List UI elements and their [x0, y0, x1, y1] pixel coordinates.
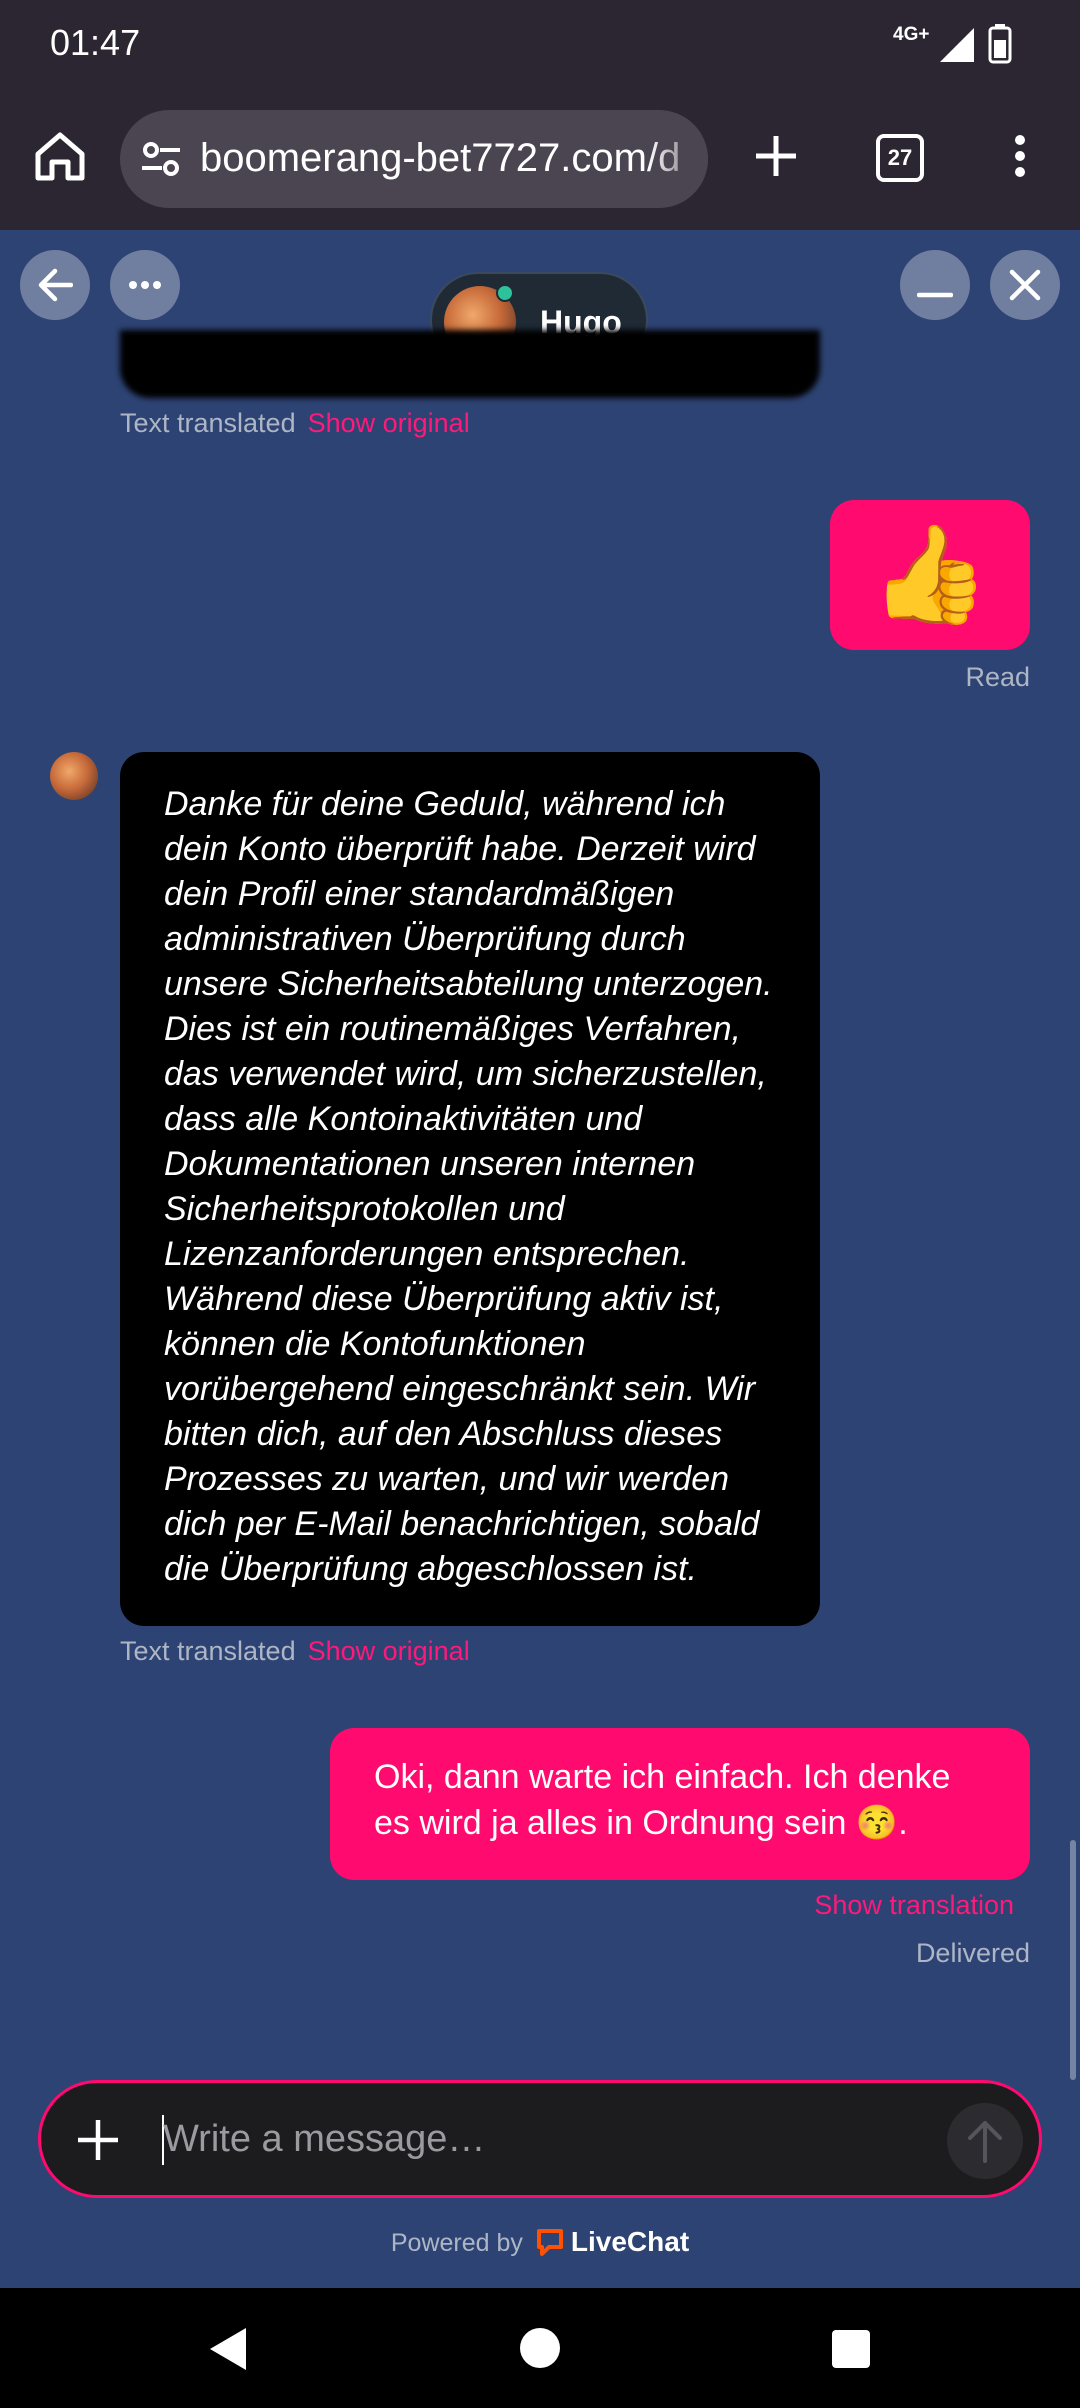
livechat-logo-icon [536, 2229, 563, 2256]
powered-by-label: Powered by [390, 2229, 523, 2257]
livechat-brand[interactable]: LiveChat [571, 2226, 689, 2257]
scrollbar[interactable] [1070, 1840, 1076, 2080]
signal-icon [940, 28, 974, 62]
translated-label: Text translated [120, 1636, 296, 1666]
nav-recents-icon[interactable] [832, 2330, 870, 2368]
address-bar[interactable]: boomerang-bet7727.com/d [120, 110, 708, 208]
send-button[interactable] [947, 2103, 1023, 2179]
agent-message-avatar [50, 752, 98, 800]
more-vert-icon[interactable] [1000, 132, 1040, 180]
site-settings-icon[interactable] [140, 138, 182, 180]
options-button[interactable] [110, 250, 180, 320]
minimize-icon [917, 292, 953, 298]
show-translation-link[interactable]: Show translation [814, 1890, 1014, 1921]
show-original-link[interactable]: Show original [308, 408, 470, 438]
new-tab-icon[interactable] [752, 132, 800, 180]
arrow-left-icon [38, 268, 73, 302]
tab-switcher-button[interactable]: 27 [876, 134, 924, 182]
agent-message: Danke für deine Geduld, während ich dein… [120, 752, 820, 1626]
message-composer [38, 2080, 1042, 2198]
delivered-status: Delivered [915, 1938, 1030, 1968]
earlier-translation-meta: Text translated Show original [120, 408, 470, 439]
battery-icon [988, 24, 1012, 64]
url-fade [648, 110, 708, 208]
online-status-dot [496, 284, 514, 302]
close-icon [1009, 269, 1041, 301]
translated-label: Text translated [120, 408, 296, 438]
close-button[interactable] [990, 250, 1060, 320]
message-input[interactable] [163, 2111, 843, 2167]
more-horiz-icon [129, 281, 161, 289]
add-attachment-icon[interactable] [75, 2117, 121, 2163]
read-status: Read [965, 662, 1030, 692]
powered-by-footer: Powered by LiveChat [0, 2226, 1080, 2258]
agent-translation-meta: Text translated Show original [120, 1636, 470, 1667]
minimize-button[interactable] [900, 250, 970, 320]
browser-toolbar: boomerang-bet7727.com/d 27 [0, 88, 1080, 230]
url-text[interactable]: boomerang-bet7727.com/d [200, 136, 680, 181]
status-time: 01:47 [50, 22, 141, 63]
nav-back-icon[interactable] [206, 2326, 252, 2372]
arrow-up-icon [968, 2121, 1002, 2163]
network-type: 4G+ [893, 24, 930, 45]
user-message: Oki, dann warte ich einfach. Ich denke e… [330, 1728, 1030, 1880]
nav-home-icon[interactable] [520, 2328, 560, 2368]
show-original-link[interactable]: Show original [308, 1636, 470, 1666]
earlier-agent-message [120, 330, 820, 398]
home-icon[interactable] [32, 128, 88, 184]
system-nav-bar [0, 2288, 1080, 2408]
status-bar: 01:47 4G+ [0, 0, 1080, 88]
user-thumbs-up-message: 👍 [830, 500, 1030, 650]
back-button[interactable] [20, 250, 90, 320]
